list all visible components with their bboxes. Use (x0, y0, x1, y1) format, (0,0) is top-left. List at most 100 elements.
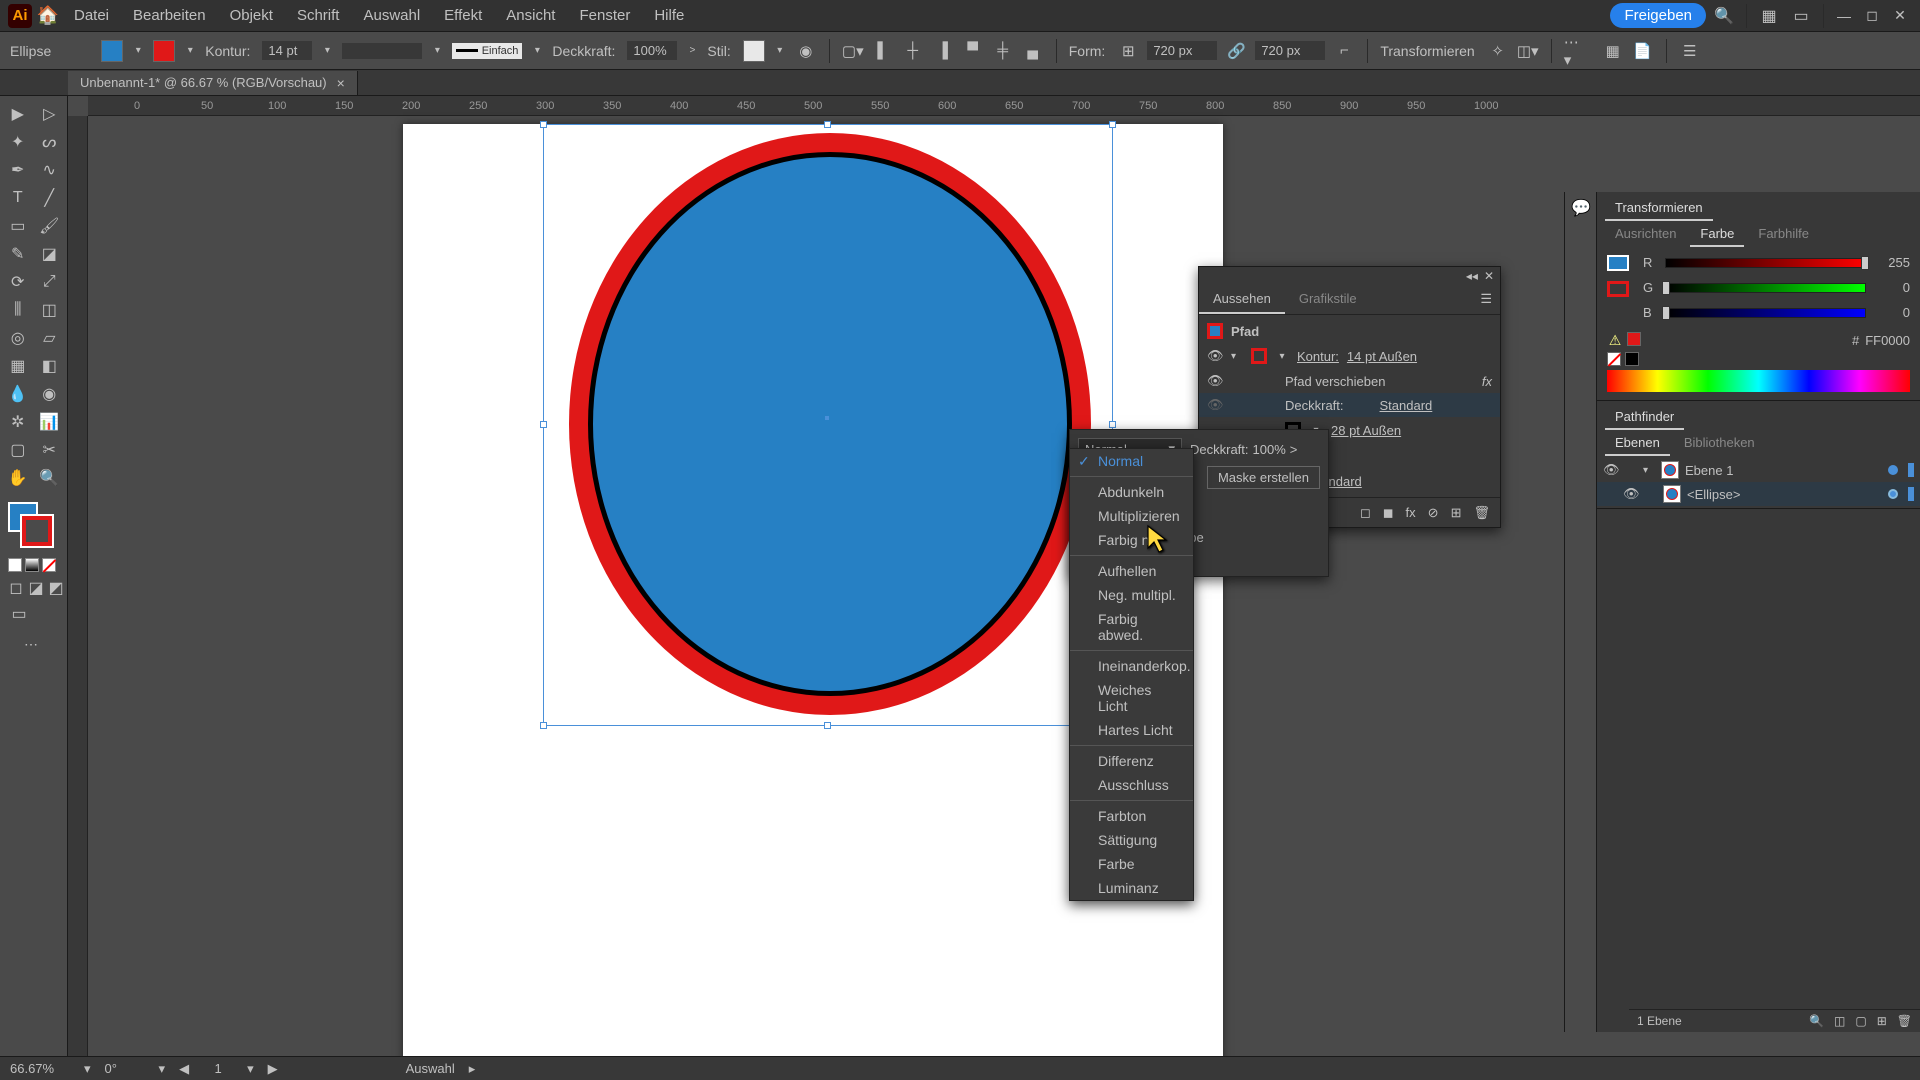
width-tool-icon[interactable]: ⫼ (2, 296, 34, 324)
guide-tab[interactable]: Farbhilfe (1748, 222, 1819, 247)
opacity-value-link[interactable]: Standard (1380, 398, 1433, 413)
hand-tool-icon[interactable]: ✋ (2, 464, 34, 492)
hex-value[interactable]: FF0000 (1865, 333, 1910, 348)
style-caret-icon[interactable]: ▾ (773, 41, 787, 61)
panel-menu-icon[interactable]: ☰ (1472, 285, 1500, 314)
draw-inside-icon[interactable]: ◩ (48, 580, 64, 596)
lasso-tool-icon[interactable]: ᔕ (34, 128, 66, 156)
artboard-caret-icon[interactable]: ▾ (247, 1061, 254, 1077)
stroke2-value[interactable]: 28 pt Außen (1331, 423, 1401, 438)
stroke-style-preview[interactable]: Einfach (452, 43, 522, 59)
comment-dock-icon[interactable]: 💬 (1565, 192, 1597, 224)
align-right-icon[interactable]: ▐ (932, 40, 954, 62)
opacity-input[interactable] (627, 41, 677, 60)
g-slider[interactable] (1665, 283, 1866, 293)
mini-stroke-swatch[interactable] (1607, 281, 1629, 297)
libraries-tab[interactable]: Bibliotheken (1674, 431, 1765, 456)
style-swatch[interactable] (743, 40, 765, 62)
layers-tab[interactable]: Ebenen (1605, 431, 1670, 456)
fill-caret-icon[interactable]: ▾ (131, 41, 145, 61)
gradient-tool-icon[interactable]: ◧ (34, 352, 66, 380)
align-bottom-icon[interactable]: ▄ (1022, 40, 1044, 62)
stroke-link[interactable]: Kontur: (1297, 349, 1339, 364)
artboard-input[interactable] (203, 1061, 233, 1076)
blend-color-burn[interactable]: Farbig na (1070, 528, 1193, 552)
paintbrush-tool-icon[interactable]: 🖌 (34, 212, 66, 240)
share-button[interactable]: Freigeben (1610, 3, 1706, 28)
panel-collapse-icon[interactable]: ◂◂ (1466, 269, 1478, 283)
new-sublayer-icon[interactable]: ▢ (1855, 1014, 1866, 1028)
menu-window[interactable]: Fenster (569, 3, 640, 28)
menu-select[interactable]: Auswahl (353, 3, 430, 28)
blend-color[interactable]: Farbe (1070, 852, 1193, 876)
artboard-next-icon[interactable]: ▶ (268, 1061, 278, 1077)
delete-icon[interactable]: 🗑 (1473, 505, 1490, 521)
rotation-caret-icon[interactable]: ▾ (159, 1061, 166, 1077)
gpu-icon[interactable]: ▦ (1602, 40, 1624, 62)
color-tab[interactable]: Farbe (1690, 222, 1744, 247)
gamut-swatch[interactable] (1627, 332, 1641, 346)
target-indicator[interactable] (1888, 489, 1898, 499)
status-caret-icon[interactable]: ▸ (469, 1061, 476, 1077)
duplicate-icon[interactable]: ⊞ (1451, 505, 1462, 521)
maximize-icon[interactable]: ◻ (1860, 6, 1884, 26)
home-icon[interactable]: 🏠 (36, 4, 60, 28)
rotate-tool-icon[interactable]: ⟳ (2, 268, 34, 296)
shaper-tool-icon[interactable]: ✎ (2, 240, 34, 268)
panel-close-icon[interactable]: ✕ (1484, 269, 1494, 283)
align-dropdown-icon[interactable]: ▢▾ (842, 40, 864, 62)
zoom-input[interactable] (10, 1061, 70, 1076)
blend-tool-icon[interactable]: ◉ (34, 380, 66, 408)
selection-tool-icon[interactable]: ▶ (2, 100, 34, 128)
blend-normal[interactable]: Normal (1070, 449, 1193, 473)
type-tool-icon[interactable]: T (2, 184, 34, 212)
swatch-caret-icon[interactable]: ▾ (1275, 346, 1289, 366)
tab-close-icon[interactable]: × (337, 75, 345, 91)
color-spectrum[interactable] (1607, 370, 1910, 392)
align-center-v-icon[interactable]: ╪ (992, 40, 1014, 62)
height-input[interactable] (1255, 41, 1325, 60)
shape-builder-tool-icon[interactable]: ◎ (2, 324, 34, 352)
artboard-prev-icon[interactable]: ◀ (179, 1061, 189, 1077)
magic-wand-tool-icon[interactable]: ✦ (2, 128, 34, 156)
chart-icon[interactable]: ◫▾ (1517, 40, 1539, 62)
close-icon[interactable]: ✕ (1888, 6, 1912, 26)
rotation-input[interactable] (105, 1061, 145, 1076)
doc-setup-icon[interactable]: 📄 (1632, 40, 1654, 62)
blend-saturation[interactable]: Sättigung (1070, 828, 1193, 852)
zoom-tool-icon[interactable]: 🔍 (34, 464, 66, 492)
document-tab[interactable]: Unbenannt-1* @ 66.67 % (RGB/Vorschau) × (68, 71, 358, 95)
none-color-icon[interactable] (1607, 352, 1621, 366)
visibility-icon[interactable]: 👁 (1603, 462, 1619, 478)
expand-icon[interactable]: ▾ (1231, 351, 1243, 362)
rectangle-tool-icon[interactable]: ▭ (2, 212, 34, 240)
draw-behind-icon[interactable]: ◪ (28, 580, 44, 596)
transform-label[interactable]: Transformieren (1380, 43, 1474, 59)
stroke-value-link[interactable]: 14 pt Außen (1347, 349, 1417, 364)
r-slider[interactable] (1665, 258, 1866, 268)
zoom-caret-icon[interactable]: ▾ (84, 1061, 91, 1077)
opacity-caret-icon[interactable]: > (1290, 442, 1298, 457)
blend-screen[interactable]: Neg. multipl. (1070, 583, 1193, 607)
curvature-tool-icon[interactable]: ∿ (34, 156, 66, 184)
blend-hue[interactable]: Farbton (1070, 804, 1193, 828)
stroke-weight-caret-icon[interactable]: ▾ (320, 41, 334, 61)
line-tool-icon[interactable]: ╱ (34, 184, 66, 212)
stroke-swatch[interactable] (153, 40, 175, 62)
visibility-icon[interactable]: 👁 (1623, 486, 1639, 502)
align-top-icon[interactable]: ▀ (962, 40, 984, 62)
blend-multiply[interactable]: Multiplizieren (1070, 504, 1193, 528)
blend-soft-light[interactable]: Weiches Licht (1070, 678, 1193, 718)
menu-object[interactable]: Objekt (220, 3, 283, 28)
menu-type[interactable]: Schrift (287, 3, 350, 28)
screen-mode-icon[interactable]: ▭ (8, 604, 30, 624)
opacity-caret-icon[interactable]: > (685, 41, 699, 61)
target-indicator[interactable] (1888, 465, 1898, 475)
eyedropper-tool-icon[interactable]: 💧 (2, 380, 34, 408)
align-center-h-icon[interactable]: ┼ (902, 40, 924, 62)
graph-tool-icon[interactable]: 📊 (34, 408, 66, 436)
corner-icon[interactable]: ⌐ (1333, 40, 1355, 62)
align-tab[interactable]: Ausrichten (1605, 222, 1686, 247)
mesh-tool-icon[interactable]: ▦ (2, 352, 34, 380)
scale-tool-icon[interactable]: ⤢ (34, 268, 66, 296)
